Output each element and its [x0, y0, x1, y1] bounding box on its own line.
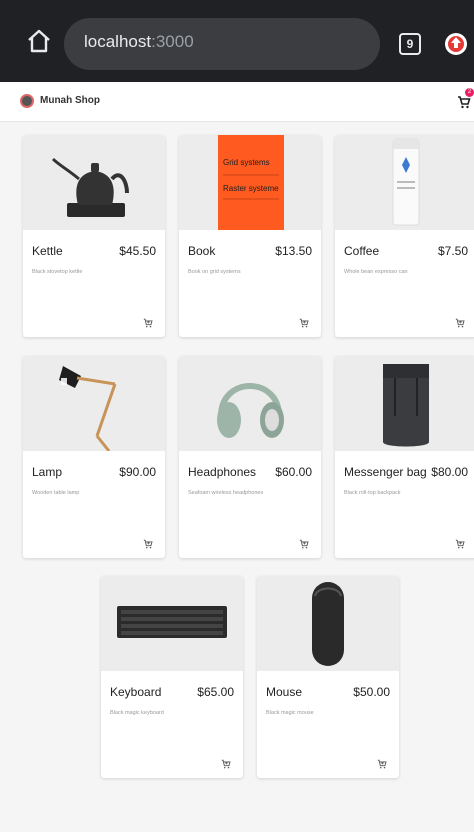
product-name: Book — [188, 244, 216, 258]
product-name: Keyboard — [110, 685, 162, 699]
product-description: Wooden table lamp — [32, 490, 80, 496]
product-description: Black stovetop kettle — [32, 269, 83, 275]
address-bar[interactable]: localhost:3000 — [64, 18, 380, 70]
cart-button[interactable]: 2 — [457, 88, 474, 109]
url-port: :3000 — [151, 32, 194, 51]
add-to-cart-icon[interactable] — [143, 315, 153, 328]
add-to-cart-icon[interactable] — [299, 536, 309, 549]
product-price: $80.00 — [431, 465, 468, 479]
product-price: $65.00 — [197, 685, 234, 699]
add-to-cart-icon[interactable] — [221, 756, 231, 769]
product-name: Mouse — [266, 685, 303, 699]
add-to-cart-icon[interactable] — [377, 756, 387, 769]
product-description: Black magic mouse — [266, 710, 314, 716]
product-card[interactable]: Headphones $60.00 Seafoam wireless headpho… — [179, 356, 321, 558]
product-card[interactable]: Keyboard $65.00 Black magic keyboard — [101, 576, 243, 778]
book-cover-line2: Raster systeme — [223, 184, 279, 193]
product-card[interactable]: Coffee $7.50 Whole bean espresso can — [335, 135, 474, 337]
add-to-cart-icon[interactable] — [455, 536, 465, 549]
browser-toolbar: localhost:3000 9 — [0, 0, 474, 82]
product-card[interactable]: Mouse $50.00 Black magic mouse — [257, 576, 399, 778]
product-description: Seafoam wireless headphones — [188, 490, 264, 496]
add-to-cart-icon[interactable] — [299, 315, 309, 328]
shop-logo-icon — [20, 94, 34, 108]
product-card[interactable]: Grid systems Raster systeme Book $13.50 Book… — [179, 135, 321, 337]
product-name: Messenger bag — [344, 465, 427, 479]
mouse-image — [257, 576, 399, 671]
product-price: $45.50 — [119, 244, 156, 258]
product-description: Book on grid systems — [188, 269, 241, 275]
add-to-cart-icon[interactable] — [455, 315, 465, 328]
product-name: Coffee — [344, 244, 380, 258]
product-name: Lamp — [32, 465, 63, 479]
headphones-image — [179, 356, 321, 451]
coffee-image — [335, 135, 474, 230]
update-icon[interactable] — [445, 33, 467, 55]
product-name: Kettle — [32, 244, 63, 258]
product-card[interactable]: Kettle $45.50 Black stovetop kettle — [23, 135, 165, 337]
product-price: $13.50 — [275, 244, 312, 258]
product-name: Headphones — [188, 465, 257, 479]
bag-image — [335, 356, 474, 451]
url-text: localhost:3000 — [84, 32, 194, 52]
tab-count: 9 — [406, 37, 414, 51]
kettle-image — [23, 135, 165, 230]
book-image: Grid systems Raster systeme — [179, 135, 321, 230]
product-description: Black roll-top backpack — [344, 490, 401, 496]
product-card[interactable]: Lamp $90.00 Wooden table lamp — [23, 356, 165, 558]
url-host: localhost — [84, 32, 152, 51]
product-price: $50.00 — [353, 685, 390, 699]
product-price: $90.00 — [119, 465, 156, 479]
product-price: $60.00 — [275, 465, 312, 479]
home-icon[interactable] — [26, 28, 52, 54]
add-to-cart-icon[interactable] — [143, 536, 153, 549]
cart-icon — [458, 96, 471, 109]
product-card[interactable]: Messenger bag $80.00 Black roll-top backpa… — [335, 356, 474, 558]
tab-switcher-button[interactable]: 9 — [399, 33, 421, 55]
keyboard-image — [101, 576, 243, 671]
cart-count-badge: 2 — [465, 88, 474, 97]
lamp-image — [23, 356, 165, 451]
product-description: Whole bean espresso can — [344, 269, 408, 275]
product-description: Black magic keyboard — [110, 710, 164, 716]
shop-title: Munah Shop — [40, 95, 100, 106]
book-cover-line1: Grid systems — [223, 158, 270, 167]
product-price: $7.50 — [437, 244, 468, 258]
app-bar: Munah Shop 2 — [0, 82, 474, 122]
